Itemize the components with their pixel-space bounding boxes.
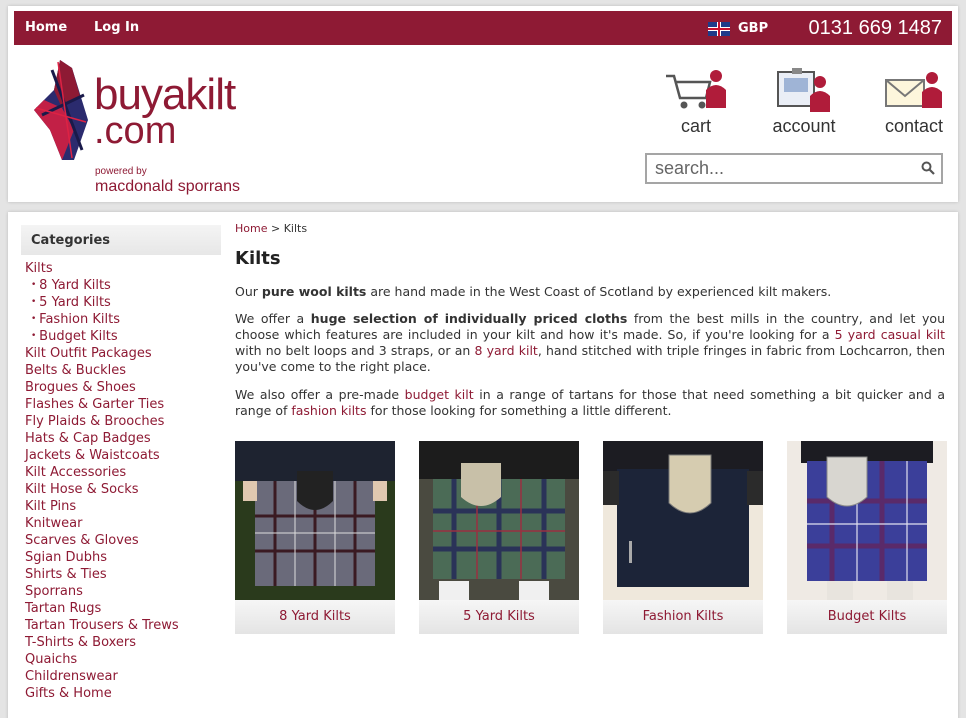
nav-home-link[interactable]: Home xyxy=(25,20,67,35)
intro-paragraph-2: We offer a huge selection of individuall… xyxy=(235,311,945,374)
sidebar-category-link[interactable]: Kilt Outfit Packages xyxy=(25,345,221,362)
kilt-photo-5-yard xyxy=(419,441,579,600)
search-box xyxy=(645,153,943,184)
sidebar-subcategory-link[interactable]: 8 Yard Kilts xyxy=(25,277,221,294)
uk-flag-icon[interactable] xyxy=(708,22,730,36)
card-5-yard-kilts[interactable]: 5 Yard Kilts xyxy=(419,441,579,634)
sidebar-category-link[interactable]: Brogues & Shoes xyxy=(25,379,221,396)
fashion-kilts-link[interactable]: fashion kilts xyxy=(291,403,366,418)
sidebar-category-link[interactable]: Kilt Hose & Socks xyxy=(25,481,221,498)
card-label: 8 Yard Kilts xyxy=(235,600,395,634)
sidebar-category-link[interactable]: Kilt Pins xyxy=(25,498,221,515)
sidebar-category-link[interactable]: Childrenswear xyxy=(25,668,221,685)
categories-sidebar: Categories Kilts8 Yard Kilts5 Yard Kilts… xyxy=(21,225,221,702)
search-icon[interactable] xyxy=(921,161,935,175)
card-fashion-kilts[interactable]: Fashion Kilts xyxy=(603,441,763,634)
card-label: Budget Kilts xyxy=(787,600,947,634)
account-link[interactable]: account xyxy=(756,68,852,137)
category-list: Kilts8 Yard Kilts5 Yard KiltsFashion Kil… xyxy=(21,260,221,702)
sidebar-subcategory-link[interactable]: Budget Kilts xyxy=(25,328,221,345)
sidebar-category-link[interactable]: Belts & Buckles xyxy=(25,362,221,379)
sidebar-subcategory-link[interactable]: 5 Yard Kilts xyxy=(25,294,221,311)
logo-domain: .com xyxy=(94,110,177,152)
logo-brand-name: macdonald sporrans xyxy=(95,178,240,195)
phone-number: 0131 669 1487 xyxy=(808,17,942,39)
sidebar-subcategory-link[interactable]: Fashion Kilts xyxy=(25,311,221,328)
kilt-photo-budget xyxy=(787,441,947,600)
account-label: account xyxy=(772,116,836,136)
main-panel: Categories Kilts8 Yard Kilts5 Yard Kilts… xyxy=(8,212,958,718)
categories-heading: Categories xyxy=(21,225,221,255)
sidebar-category-link[interactable]: Sgian Dubhs xyxy=(25,549,221,566)
kilt-photo-8-yard xyxy=(235,441,395,600)
sidebar-category-link[interactable]: Tartan Trousers & Trews xyxy=(25,617,221,634)
intro-paragraph-1: Our pure wool kilts are hand made in the… xyxy=(235,284,832,299)
budget-kilt-link[interactable]: budget kilt xyxy=(405,387,474,402)
sidebar-category-link[interactable]: Tartan Rugs xyxy=(25,600,221,617)
main-content: Home > Kilts Kilts Our pure wool kilts a… xyxy=(235,222,947,634)
sidebar-category-link[interactable]: Scarves & Gloves xyxy=(25,532,221,549)
kilt-photo-fashion xyxy=(603,441,763,600)
contact-link[interactable]: contact xyxy=(866,68,962,137)
account-icon xyxy=(777,68,830,112)
breadcrumb-home-link[interactable]: Home xyxy=(235,222,267,235)
five-yard-casual-kilt-link[interactable]: 5 yard casual kilt xyxy=(835,327,945,342)
sidebar-category-link[interactable]: Fly Plaids & Brooches xyxy=(25,413,221,430)
envelope-icon xyxy=(885,72,942,108)
eight-yard-kilt-link[interactable]: 8 yard kilt xyxy=(474,343,537,358)
site-logo[interactable]: buyakilt .com powered by macdonald sporr… xyxy=(32,58,302,198)
sidebar-category-link[interactable]: Quaichs xyxy=(25,651,221,668)
breadcrumb: Home > Kilts xyxy=(235,222,945,235)
card-label: Fashion Kilts xyxy=(603,600,763,634)
sidebar-category-link[interactable]: Kilt Accessories xyxy=(25,464,221,481)
breadcrumb-separator: > xyxy=(270,222,281,235)
tartan-kilt-logo-icon xyxy=(34,60,88,160)
sidebar-category-link[interactable]: Gifts & Home xyxy=(25,685,221,702)
card-8-yard-kilts[interactable]: 8 Yard Kilts xyxy=(235,441,395,634)
top-nav-bar: Home Log In GBP 0131 669 1487 xyxy=(14,11,952,45)
sidebar-category-link[interactable]: Knitwear xyxy=(25,515,221,532)
intro-paragraph-3: We also offer a pre-made budget kilt in … xyxy=(235,387,945,418)
sidebar-category-link[interactable]: Shirts & Ties xyxy=(25,566,221,583)
site-header: Home Log In GBP 0131 669 1487 buyakilt .… xyxy=(8,6,958,202)
sidebar-category-link[interactable]: T-Shirts & Boxers xyxy=(25,634,221,651)
sidebar-category-link[interactable]: Jackets & Waistcoats xyxy=(25,447,221,464)
page-title: Kilts xyxy=(235,248,281,269)
contact-label: contact xyxy=(884,116,944,136)
breadcrumb-current: Kilts xyxy=(283,222,308,235)
nav-login-link[interactable]: Log In xyxy=(94,20,139,35)
cart-label: cart xyxy=(680,116,711,136)
card-label: 5 Yard Kilts xyxy=(419,600,579,634)
logo-powered-by: powered by xyxy=(95,166,147,177)
sidebar-category-link[interactable]: Flashes & Garter Ties xyxy=(25,396,221,413)
search-input[interactable] xyxy=(647,155,907,182)
card-budget-kilts[interactable]: Budget Kilts xyxy=(787,441,947,634)
cart-icon xyxy=(666,70,726,109)
cart-link[interactable]: cart xyxy=(648,68,744,137)
sidebar-category-link[interactable]: Hats & Cap Badges xyxy=(25,430,221,447)
currency-selector[interactable]: GBP xyxy=(738,21,768,36)
sidebar-category-link[interactable]: Kilts xyxy=(25,260,221,277)
sidebar-category-link[interactable]: Sporrans xyxy=(25,583,221,600)
